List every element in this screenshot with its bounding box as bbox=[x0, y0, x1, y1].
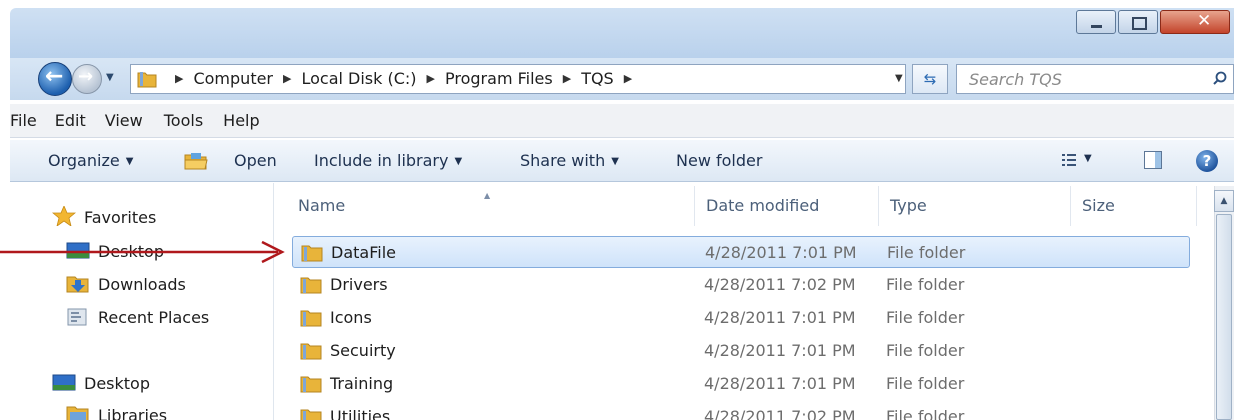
annotation-arrow-icon bbox=[0, 240, 285, 264]
